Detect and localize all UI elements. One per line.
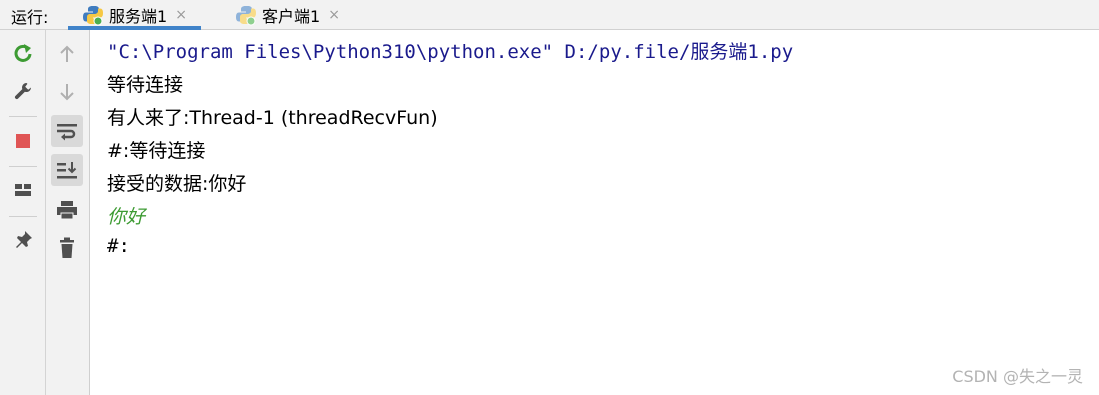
console-line: 等待连接 — [107, 74, 184, 96]
print-icon[interactable] — [51, 194, 83, 226]
layout-icon[interactable] — [7, 174, 39, 206]
console-prompt: #: — [107, 235, 130, 257]
tab-label: 服务端1 — [109, 6, 168, 26]
run-toolbar-primary — [0, 30, 46, 395]
console-command-line: "C:\Program Files\Python310\python.exe" … — [107, 41, 794, 63]
console-line: #:等待连接 — [107, 140, 206, 162]
tab-client[interactable]: 客户端1 × — [235, 0, 340, 29]
stop-icon[interactable] — [7, 125, 39, 157]
console-line: 接受的数据:你好 — [107, 173, 247, 195]
close-icon[interactable]: × — [328, 7, 340, 23]
toolbar-divider — [9, 116, 37, 117]
run-tool-window-header: 运行: 服务端1 × 客户端1 × — [0, 0, 1099, 30]
console-user-input: 你好 — [107, 206, 146, 228]
tab-server[interactable]: 服务端1 × — [68, 0, 201, 30]
console-output[interactable]: "C:\Program Files\Python310\python.exe" … — [90, 30, 1099, 395]
pin-icon[interactable] — [7, 224, 39, 256]
arrow-up-icon[interactable] — [51, 38, 83, 70]
toolbar-divider — [9, 216, 37, 217]
close-icon[interactable]: × — [175, 7, 187, 23]
arrow-down-icon[interactable] — [51, 76, 83, 108]
soft-wrap-icon[interactable] — [51, 115, 83, 147]
console-line: 有人来了:Thread-1 (threadRecvFun) — [107, 107, 438, 129]
rerun-icon[interactable] — [7, 37, 39, 69]
trash-icon[interactable] — [51, 232, 83, 264]
wrench-icon[interactable] — [7, 75, 39, 107]
python-icon — [235, 4, 257, 26]
watermark: CSDN @失之一灵 — [952, 367, 1083, 386]
run-label: 运行: — [11, 8, 49, 27]
run-toolbar-secondary — [46, 30, 90, 395]
scroll-to-end-icon[interactable] — [51, 154, 83, 186]
python-icon — [82, 4, 104, 26]
tab-label: 客户端1 — [262, 6, 321, 26]
toolbar-divider — [9, 166, 37, 167]
